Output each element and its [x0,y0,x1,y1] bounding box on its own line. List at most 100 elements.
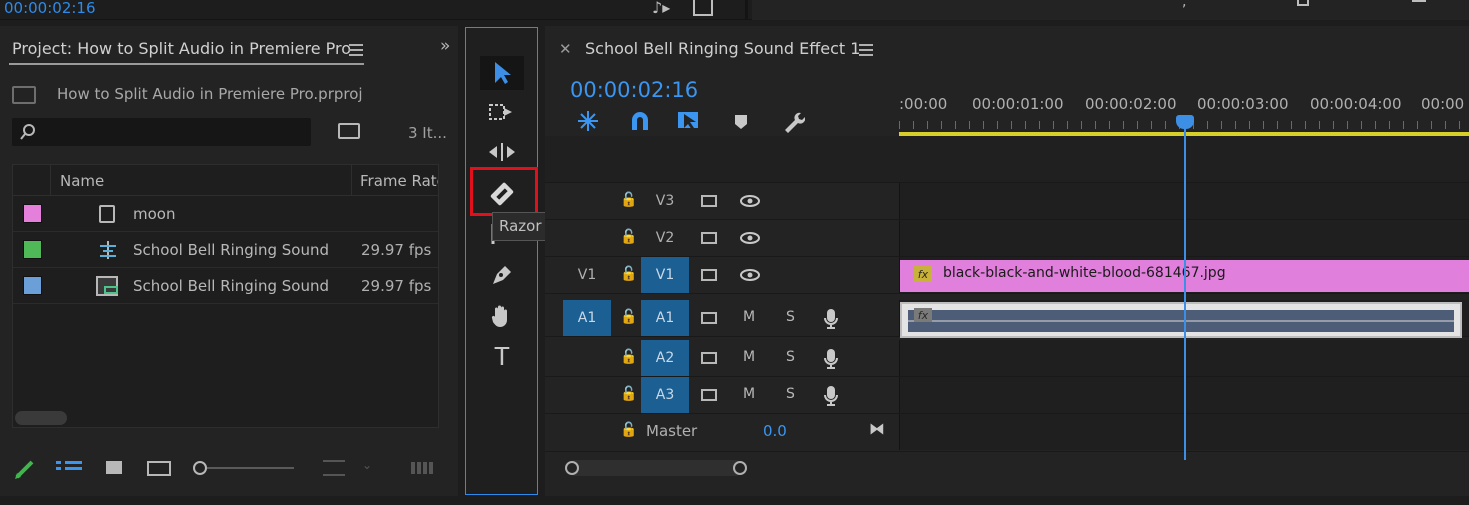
search-input[interactable] [12,118,311,146]
icon-view-icon[interactable] [106,461,122,474]
scroll-handle-left[interactable] [565,461,579,475]
hand-icon [491,305,507,327]
microphone-icon[interactable] [823,308,839,330]
lock-icon[interactable]: 🔓 [620,229,637,245]
lock-icon[interactable]: 🔓 [620,266,637,282]
panel-menu-icon[interactable] [349,44,363,56]
close-icon[interactable]: ✕ [559,40,572,58]
track-select-icon [489,104,512,120]
column-header-frame-rate[interactable]: Frame Rate [360,172,438,190]
track-select-tool[interactable] [480,96,524,130]
solo-button[interactable]: S [786,386,795,402]
sync-lock-icon[interactable] [701,389,717,401]
label-color-swatch[interactable] [23,204,42,223]
track-target[interactable]: V3 [641,183,689,219]
snap-magnet-icon[interactable] [629,110,651,132]
audio-waveform [908,310,1454,332]
type-icon: T [494,340,510,371]
project-panel-title[interactable]: Project: How to Split Audio in Premiere … [12,39,351,58]
panel-menu-icon[interactable] [859,44,873,56]
sync-lock-icon[interactable] [701,195,717,207]
monitor-icon[interactable] [1412,0,1426,2]
label-color-swatch[interactable] [23,240,42,259]
lock-icon[interactable]: 🔓 [620,192,637,208]
mute-button[interactable]: M [743,349,755,365]
zoom-slider-knob[interactable] [193,461,207,475]
pencil-icon[interactable] [14,458,36,480]
eye-icon[interactable] [740,268,760,282]
selection-tool[interactable] [480,56,524,90]
solo-button[interactable]: S [786,309,795,325]
ruler-label: :00:00 [899,95,948,113]
microphone-icon[interactable] [823,348,839,370]
track-target[interactable]: A1 [641,300,689,336]
add-marker-icon[interactable] [734,114,748,130]
list-item[interactable]: School Bell Ringing Sound 29.97 fps [13,232,438,268]
track-header: 🔓 A2 M S [545,340,899,376]
eye-icon[interactable] [740,194,760,208]
export-frame-icon[interactable]: ♪▸ [652,0,670,17]
sync-lock-icon[interactable] [701,312,717,324]
track-target[interactable]: A2 [641,340,689,376]
find-bin-icon[interactable] [338,123,360,139]
source-patch[interactable]: V1 [563,257,611,293]
label-color-swatch[interactable] [23,276,42,295]
fx-badge: fx [914,308,932,322]
list-item[interactable]: moon [13,196,438,232]
monitor-icon[interactable]: , [1182,0,1186,10]
playhead[interactable] [1184,126,1186,460]
lock-icon[interactable]: 🔓 [620,422,637,438]
freeform-view-icon[interactable] [147,461,171,476]
export-icon[interactable] [693,0,713,16]
image-file-icon [99,205,115,223]
type-tool[interactable]: T [480,339,524,373]
lock-icon[interactable]: 🔓 [620,386,637,402]
hand-tool[interactable] [480,299,524,333]
lock-icon[interactable]: 🔓 [620,309,637,325]
solo-button[interactable]: S [786,349,795,365]
nest-icon[interactable] [576,110,600,132]
mute-button[interactable]: M [743,386,755,402]
sequence-tab[interactable]: School Bell Ringing Sound Effect 1 [585,39,860,58]
zoom-slider-track[interactable] [207,467,294,469]
audio-track-a1: A1 🔓 A1 M S fx [545,300,1469,338]
track-target[interactable]: V2 [641,220,689,256]
track-header: 🔓 Master 0.0 ⧓ [545,414,899,450]
ripple-edit-tool[interactable] [480,135,524,169]
ruler-label: 00:00:03:00 [1197,95,1289,113]
wrench-icon[interactable] [781,110,805,134]
column-header-name[interactable]: Name [60,172,104,190]
pen-tool[interactable] [480,258,524,292]
project-file-name: How to Split Audio in Premiere Pro.prpro… [57,85,363,103]
sequence-timecode[interactable]: 00:00:02:16 [570,78,698,102]
linked-selection-icon[interactable] [676,110,702,132]
track-target[interactable]: A3 [641,377,689,413]
chevron-down-icon[interactable]: ⌄ [362,458,372,472]
arrow-icon [495,62,511,84]
video-track-v2: 🔓 V2 [545,220,1469,257]
list-item[interactable]: School Bell Ringing Sound 29.97 fps [13,268,438,304]
eye-icon[interactable] [740,231,760,245]
audio-track-a2: 🔓 A2 M S [545,340,1469,377]
mute-button[interactable]: M [743,309,755,325]
microphone-icon[interactable] [823,385,839,407]
timeline-scrollbar[interactable] [567,460,743,476]
automate-icon[interactable] [411,462,435,474]
sync-lock-icon[interactable] [701,352,717,364]
folder-up-icon[interactable] [12,86,36,104]
expand-panels-icon[interactable]: » [440,36,450,56]
sync-lock-icon[interactable] [701,232,717,244]
sort-icon[interactable] [323,460,345,476]
source-patch[interactable]: A1 [563,300,611,336]
master-volume[interactable]: 0.0 [763,422,787,440]
ruler-label: 00:00:04:00 [1310,95,1402,113]
scroll-handle-right[interactable] [733,461,747,475]
collapse-tracks-icon[interactable]: ⧓ [869,419,885,438]
monitor-icon[interactable] [1297,0,1309,6]
audio-clip[interactable]: fx [900,302,1462,338]
lock-icon[interactable]: 🔓 [620,349,637,365]
list-view-icon[interactable] [56,461,82,475]
list-scrollbar[interactable] [15,411,67,425]
track-target[interactable]: V1 [641,257,689,293]
sync-lock-icon[interactable] [701,269,717,281]
